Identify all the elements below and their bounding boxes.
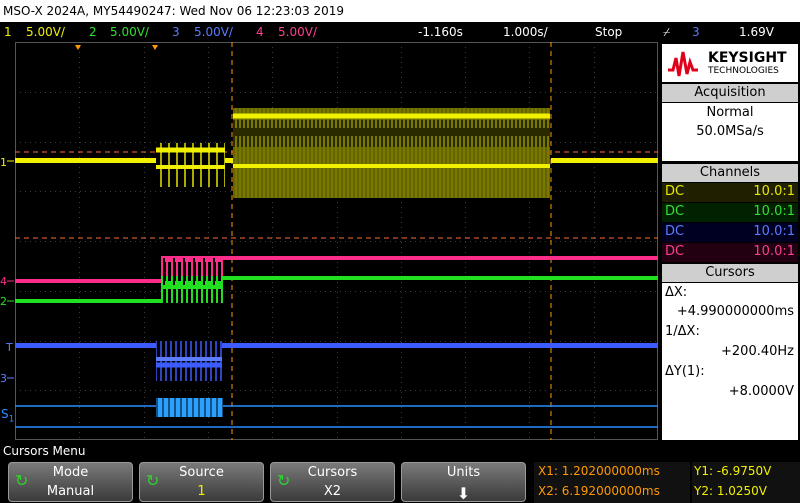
- y2-readout: Y2: 1.0250V: [694, 484, 768, 498]
- down-arrow-icon: ⬇: [456, 484, 471, 503]
- channel-markers: 1 4 2 T 3: [0, 156, 14, 385]
- cursors-softkey-value: X2: [323, 484, 342, 499]
- channel-status-bar: 1 5.00V/ 2 5.00V/ 3 5.00V/ 4 5.00V/ -1.1…: [0, 22, 800, 42]
- ch4-number[interactable]: 4: [256, 22, 264, 42]
- ch2-number[interactable]: 2: [89, 22, 97, 42]
- x2-readout: X2: 6.192000000ms: [538, 484, 660, 498]
- ch1-coupling: DC: [665, 184, 685, 199]
- y-cursor-readouts: Y1: -6.9750V Y2: 1.0250V: [692, 462, 800, 503]
- units-softkey-label: Units: [446, 465, 481, 480]
- brand-name: KEYSIGHT: [708, 50, 787, 66]
- timebase-readout[interactable]: 1.000s/: [503, 22, 548, 42]
- channels-header[interactable]: Channels: [662, 164, 798, 182]
- trigger-level[interactable]: 1.69V: [739, 22, 774, 42]
- waveform-display[interactable]: [15, 42, 658, 440]
- delta-x-value: +4.990000000ms: [676, 304, 794, 319]
- ch1-ground-marker: 1: [0, 156, 7, 169]
- run-state[interactable]: Stop: [595, 22, 622, 42]
- y1-readout: Y1: -6.9750V: [694, 464, 772, 478]
- trigger-source[interactable]: 3: [692, 22, 700, 42]
- mode-softkey-value: Manual: [46, 484, 95, 499]
- brand-sub: TECHNOLOGIES: [708, 66, 779, 76]
- cursors-panel: ΔX: +4.990000000ms 1/ΔX: +200.40Hz ΔY(1)…: [662, 283, 798, 440]
- ch1-probe: 10.0:1: [753, 184, 795, 199]
- delta-y-label: ΔY(1):: [665, 364, 705, 379]
- trigger-edge-icon: ⌿: [663, 25, 671, 39]
- cursors-softkey[interactable]: ↻ Cursors X2: [270, 462, 395, 502]
- delay-readout[interactable]: -1.160s: [418, 22, 463, 42]
- ch3-number[interactable]: 3: [172, 22, 180, 42]
- ch3-ground-marker: 3: [0, 372, 7, 385]
- ch2-scale[interactable]: 5.00V/: [110, 22, 149, 42]
- sample-rate: 50.0MSa/s: [696, 124, 764, 139]
- trigger-level-marker: T: [5, 341, 13, 354]
- delta-y-value: +8.0000V: [728, 384, 794, 399]
- ch2-probe: 10.0:1: [753, 204, 795, 219]
- inv-delta-x-label: 1/ΔX:: [665, 324, 700, 339]
- x-cursor-readouts: X1: 1.202000000ms X2: 6.192000000ms: [534, 462, 690, 503]
- ch4-coupling: DC: [665, 244, 685, 259]
- mode-softkey[interactable]: ↻ Mode Manual: [8, 462, 133, 502]
- inv-delta-x-value: +200.40Hz: [721, 344, 794, 359]
- ch3-coupling: DC: [665, 224, 685, 239]
- source-softkey-value: 1: [197, 484, 206, 499]
- cursors-header[interactable]: Cursors: [662, 264, 798, 282]
- channels-panel: DC 10.0:1 DC 10.0:1 DC 10.0:1 DC 10.0:1: [662, 183, 798, 262]
- source-softkey-label: Source: [179, 465, 224, 480]
- acquisition-mode: Normal: [706, 105, 754, 120]
- ch3-scale[interactable]: 5.00V/: [194, 22, 233, 42]
- units-softkey[interactable]: Units ⬇: [401, 462, 526, 503]
- acquisition-panel: Normal 50.0MSa/s: [662, 103, 798, 161]
- acquisition-header[interactable]: Acquisition: [662, 84, 798, 102]
- ch1-number[interactable]: 1: [4, 22, 12, 42]
- ch2-coupling: DC: [665, 204, 685, 219]
- mode-softkey-label: Mode: [52, 465, 89, 480]
- ch3-probe: 10.0:1: [753, 224, 795, 239]
- ch2-ground-marker: 2: [0, 295, 7, 308]
- source-softkey[interactable]: ↻ Source 1: [139, 462, 264, 502]
- ch4-probe: 10.0:1: [753, 244, 795, 259]
- waveform-graticule: [15, 42, 658, 440]
- keysight-logo: KEYSIGHT TECHNOLOGIES: [662, 44, 798, 82]
- x1-readout: X1: 1.202000000ms: [538, 464, 660, 478]
- cursors-softkey-label: Cursors: [307, 465, 358, 480]
- delta-x-label: ΔX:: [665, 285, 688, 300]
- ch4-ground-marker: 4: [0, 275, 7, 288]
- ch4-scale[interactable]: 5.00V/: [278, 22, 317, 42]
- menu-title: Cursors Menu: [0, 442, 800, 460]
- ch1-scale[interactable]: 5.00V/: [26, 22, 65, 42]
- serial-marker: S1: [1, 407, 15, 425]
- title-bar: MSO-X 2024A, MY54490247: Wed Nov 06 12:2…: [0, 0, 800, 22]
